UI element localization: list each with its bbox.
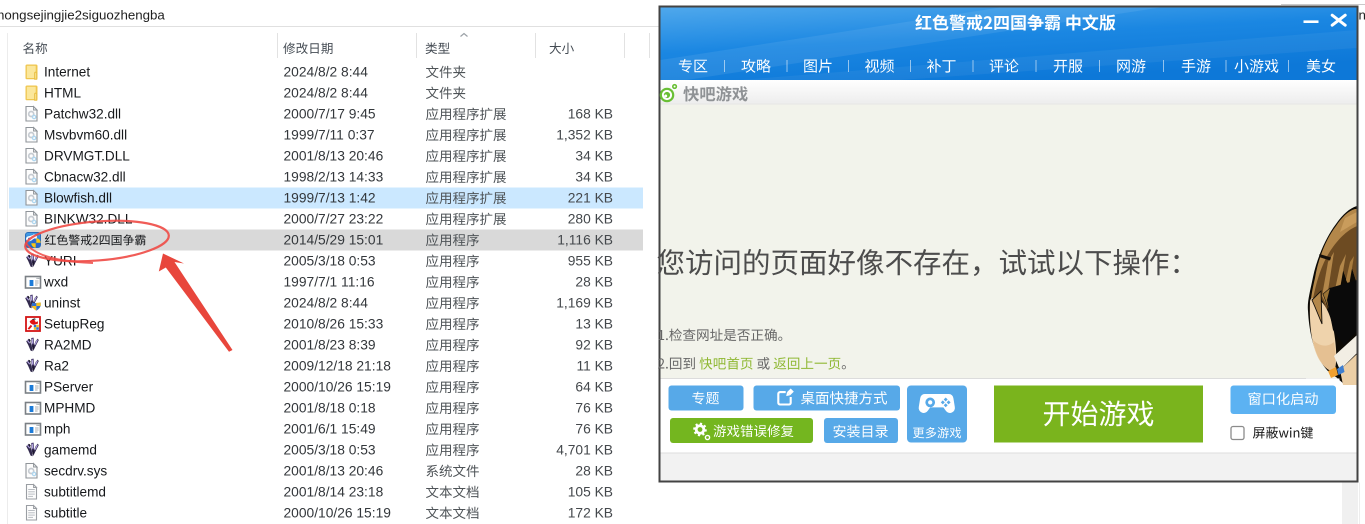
svg-text:76 KB: 76 KB (575, 401, 613, 416)
svg-text:PServer: PServer (44, 380, 94, 395)
svg-text:13 KB: 13 KB (575, 317, 613, 332)
svg-text:221 KB: 221 KB (568, 191, 613, 206)
svg-text:1998/2/13 14:33: 1998/2/13 14:33 (284, 170, 384, 185)
svg-text:ng: ng (1359, 8, 1365, 23)
svg-text:1,116 KB: 1,116 KB (557, 233, 613, 248)
svg-text:2001/8/23 8:39: 2001/8/23 8:39 (284, 338, 376, 353)
svg-text:2005/3/18 0:53: 2005/3/18 0:53 (284, 443, 376, 458)
svg-text:1,169 KB: 1,169 KB (556, 296, 613, 311)
svg-text:2000/7/27 23:22: 2000/7/27 23:22 (284, 212, 384, 227)
svg-text:1999/7/11 0:37: 1999/7/11 0:37 (284, 128, 375, 143)
svg-text:105 KB: 105 KB (568, 485, 613, 500)
svg-text:2010/8/26 15:33: 2010/8/26 15:33 (284, 317, 384, 332)
svg-text:2001/8/14 23:18: 2001/8/14 23:18 (284, 485, 384, 500)
svg-text:2000/10/26 15:19: 2000/10/26 15:19 (284, 380, 392, 395)
svg-text:Msvbvm60.dll: Msvbvm60.dll (44, 128, 127, 143)
svg-text:76 KB: 76 KB (575, 422, 613, 437)
svg-text:1997/7/1 11:16: 1997/7/1 11:16 (284, 275, 375, 290)
svg-text:34 KB: 34 KB (575, 170, 613, 185)
svg-text:2024/8/2 8:44: 2024/8/2 8:44 (284, 296, 369, 311)
svg-text:subtitle: subtitle (44, 506, 87, 521)
svg-text:2001/8/13 20:46: 2001/8/13 20:46 (284, 149, 384, 164)
svg-text:2000/7/17 9:45: 2000/7/17 9:45 (284, 107, 376, 122)
svg-text:wxd: wxd (43, 275, 68, 290)
svg-text:2000/10/26 15:19: 2000/10/26 15:19 (284, 506, 392, 521)
svg-text:Blowfish.dll: Blowfish.dll (44, 191, 112, 206)
svg-text:RA2MD: RA2MD (44, 338, 92, 353)
svg-text:Ra2: Ra2 (44, 359, 69, 374)
svg-text:Cbnacw32.dll: Cbnacw32.dll (44, 170, 126, 185)
svg-text:2024/8/2 8:44: 2024/8/2 8:44 (284, 65, 369, 80)
svg-text:2001/8/18 0:18: 2001/8/18 0:18 (284, 401, 376, 416)
svg-text:HTML: HTML (44, 86, 81, 101)
svg-text:34 KB: 34 KB (575, 149, 613, 164)
svg-text:Patchw32.dll: Patchw32.dll (44, 107, 121, 122)
svg-text:2024/8/2 8:44: 2024/8/2 8:44 (284, 86, 369, 101)
svg-text:Internet: Internet (44, 65, 90, 80)
svg-text:mph: mph (44, 422, 70, 437)
svg-text:4,701 KB: 4,701 KB (556, 443, 613, 458)
svg-text:secdrv.sys: secdrv.sys (44, 464, 107, 479)
svg-text:28 KB: 28 KB (575, 275, 613, 290)
svg-text:MPHMD: MPHMD (44, 401, 96, 416)
svg-text:gamemd: gamemd (44, 443, 97, 458)
svg-text:2005/3/18 0:53: 2005/3/18 0:53 (284, 254, 376, 269)
svg-text:955 KB: 955 KB (568, 254, 613, 269)
svg-text:280 KB: 280 KB (568, 212, 613, 227)
svg-text:2009/12/18 21:18: 2009/12/18 21:18 (284, 359, 392, 374)
svg-text:SetupReg: SetupReg (44, 317, 104, 332)
svg-text:1999/7/13 1:42: 1999/7/13 1:42 (284, 191, 376, 206)
svg-text:1,352 KB: 1,352 KB (556, 128, 613, 143)
svg-text:BINKW32.DLL: BINKW32.DLL (44, 212, 133, 227)
svg-text:168 KB: 168 KB (568, 107, 613, 122)
svg-text:hongsejingjie2siguozhengba: hongsejingjie2siguozhengba (0, 8, 165, 23)
svg-text:2014/5/29 15:01: 2014/5/29 15:01 (284, 233, 384, 248)
svg-text:uninst: uninst (44, 296, 80, 311)
svg-text:2001/8/13 20:46: 2001/8/13 20:46 (284, 464, 384, 479)
svg-text:64 KB: 64 KB (575, 380, 613, 395)
svg-text:172 KB: 172 KB (568, 506, 613, 521)
svg-text:subtitlemd: subtitlemd (44, 485, 106, 500)
svg-text:28 KB: 28 KB (575, 464, 613, 479)
svg-text:2001/6/1 15:49: 2001/6/1 15:49 (284, 422, 376, 437)
svg-text:DRVMGT.DLL: DRVMGT.DLL (44, 149, 130, 164)
svg-text:92 KB: 92 KB (575, 338, 613, 353)
svg-text:11 KB: 11 KB (576, 359, 613, 374)
